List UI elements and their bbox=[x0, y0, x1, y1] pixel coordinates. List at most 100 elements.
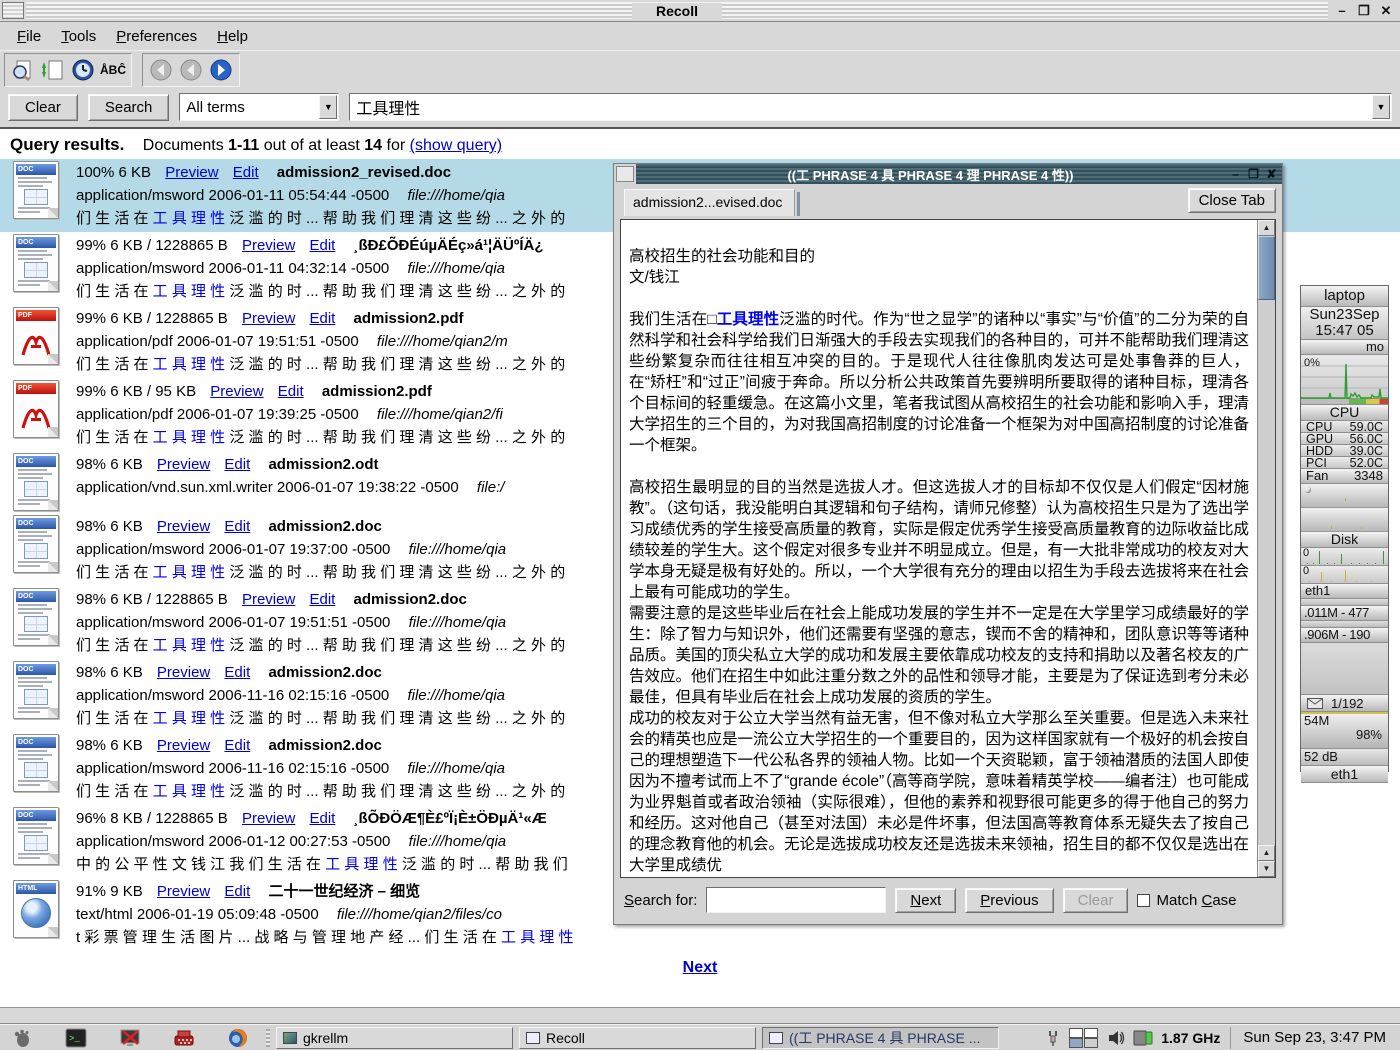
next-page-icon[interactable] bbox=[207, 56, 235, 84]
window-menu-button[interactable] bbox=[2, 2, 24, 19]
find-next-button[interactable]: Next bbox=[895, 888, 956, 913]
match-case-checkbox[interactable] bbox=[1137, 894, 1150, 907]
match-term: 工 具 理 性 bbox=[153, 637, 226, 654]
firefox-icon[interactable] bbox=[226, 1027, 250, 1049]
query-history-chevron-icon[interactable]: ▼ bbox=[1372, 95, 1390, 119]
result-snippet: 们 生 活 在 工 具 理 性 泛 滥 的 时 ... 帮 助 我 们 理 清 … bbox=[76, 207, 565, 230]
preview-link[interactable]: Preview bbox=[242, 310, 295, 327]
preview-link[interactable]: Preview bbox=[242, 237, 295, 254]
first-page-icon[interactable] bbox=[147, 56, 175, 84]
minimize-icon[interactable]: – bbox=[1334, 3, 1350, 19]
chevron-down-icon[interactable]: ▼ bbox=[319, 95, 337, 119]
task-button-gkrellm[interactable]: gkrellm bbox=[276, 1027, 513, 1049]
edit-link[interactable]: Edit bbox=[278, 383, 304, 400]
filetype-icon: DOC bbox=[8, 734, 64, 803]
preview-link[interactable]: Preview bbox=[242, 591, 295, 608]
preview-window: ((工 PHRASE 4 具 PHRASE 4 理 PHRASE 4 性)) –… bbox=[613, 163, 1283, 925]
cpufreq-icon[interactable] bbox=[1133, 1029, 1153, 1047]
result-mime-date: application/msword 2006-01-11 05:54:44 -… bbox=[76, 187, 389, 204]
prev-page-icon[interactable] bbox=[177, 56, 205, 84]
preview-maximize-icon[interactable]: ❒ bbox=[1247, 167, 1260, 181]
task-button-recoll[interactable]: Recoll bbox=[519, 1027, 756, 1049]
preview-window-menu-button[interactable] bbox=[616, 166, 634, 182]
preview-link[interactable]: Preview bbox=[157, 518, 210, 535]
search-mode-combo[interactable]: All terms ▼ bbox=[179, 93, 339, 121]
recoll-task-icon bbox=[526, 1032, 540, 1044]
menu-preferences[interactable]: Preferences bbox=[107, 25, 206, 48]
term-explorer-icon[interactable]: ÅBĈ bbox=[99, 56, 127, 84]
titlebar: Recoll – ❐ ✕ bbox=[0, 0, 1400, 22]
scrollbar-thumb[interactable] bbox=[1258, 236, 1275, 300]
preview-close-icon[interactable]: ✘ bbox=[1265, 167, 1278, 181]
next-page-link[interactable]: Next bbox=[683, 959, 718, 976]
preview-titlebar: ((工 PHRASE 4 具 PHRASE 4 理 PHRASE 4 性)) –… bbox=[614, 164, 1282, 184]
scroll-down-icon[interactable]: ▼ bbox=[1258, 861, 1275, 877]
search-button[interactable]: Search bbox=[88, 94, 170, 121]
power-plug-icon[interactable] bbox=[1045, 1028, 1061, 1048]
show-query-link[interactable]: (show query) bbox=[410, 137, 502, 154]
edit-link[interactable]: Edit bbox=[309, 810, 335, 827]
maximize-icon[interactable]: ❐ bbox=[1356, 3, 1372, 19]
preview-link[interactable]: Preview bbox=[157, 883, 210, 900]
sort-parameters-icon[interactable] bbox=[39, 56, 67, 84]
edit-link[interactable]: Edit bbox=[224, 518, 250, 535]
scroll-up2-icon[interactable]: ▲ bbox=[1258, 845, 1275, 861]
edit-link[interactable]: Edit bbox=[224, 456, 250, 473]
edit-link[interactable]: Edit bbox=[233, 164, 259, 181]
result-mime-date: application/msword 2006-01-12 00:27:53 -… bbox=[76, 833, 390, 850]
close-tab-button[interactable]: Close Tab bbox=[1188, 188, 1276, 213]
preview-link[interactable]: Preview bbox=[210, 383, 263, 400]
find-clear-button[interactable]: Clear bbox=[1063, 888, 1129, 913]
fan-chart-bottom bbox=[1301, 508, 1388, 532]
query-input[interactable] bbox=[350, 98, 1372, 116]
close-icon[interactable]: ✕ bbox=[1378, 3, 1394, 19]
find-previous-button[interactable]: Previous bbox=[965, 888, 1053, 913]
preview-titlebar-stripes[interactable]: ((工 PHRASE 4 具 PHRASE 4 理 PHRASE 4 性)) bbox=[636, 164, 1225, 184]
preview-link[interactable]: Preview bbox=[242, 810, 295, 827]
volume-icon[interactable] bbox=[1107, 1029, 1125, 1047]
system-tray: 1.87 GHz bbox=[1045, 1028, 1224, 1048]
filetype-icon: PDF bbox=[8, 380, 64, 449]
svg-text:>_: >_ bbox=[69, 1034, 80, 1044]
menu-tools[interactable]: Tools bbox=[52, 25, 105, 48]
result-title: admission2.doc bbox=[268, 518, 381, 535]
preview-tab[interactable]: admission2...evised.doc bbox=[624, 189, 795, 216]
preview-link[interactable]: Preview bbox=[165, 164, 218, 181]
gnome-foot-icon[interactable] bbox=[10, 1027, 34, 1049]
preview-link[interactable]: Preview bbox=[157, 456, 210, 473]
titlebar-stripes[interactable]: Recoll bbox=[26, 2, 1328, 19]
preview-search-input[interactable] bbox=[706, 887, 886, 913]
workspace-pager-icon[interactable] bbox=[1069, 1028, 1099, 1048]
advanced-search-icon[interactable] bbox=[9, 56, 37, 84]
gkrellm-time: 15:47 05 bbox=[1301, 323, 1388, 339]
edit-link[interactable]: Edit bbox=[224, 883, 250, 900]
preview-link[interactable]: Preview bbox=[157, 737, 210, 754]
preview-paragraph-5: 成功的校友对于公立大学当然有益无害，但不像对私立大学那么至关重要。但是选入未来社… bbox=[629, 708, 1249, 876]
result-snippet: 们 生 活 在 工 具 理 性 泛 滥 的 时 ... 帮 助 我 们 理 清 … bbox=[76, 707, 565, 730]
menu-help[interactable]: Help bbox=[208, 25, 257, 48]
document-history-icon[interactable] bbox=[69, 56, 97, 84]
results-header-total: 14 bbox=[364, 137, 382, 154]
typewriter-icon[interactable] bbox=[172, 1027, 196, 1049]
preview-link[interactable]: Preview bbox=[157, 664, 210, 681]
lock-screen-icon[interactable] bbox=[118, 1027, 142, 1049]
temp-value: 59.0C bbox=[1350, 421, 1383, 432]
disk-read-chart: 0 bbox=[1301, 548, 1388, 566]
preview-scrollbar[interactable]: ▲ ▲ ▼ bbox=[1257, 220, 1275, 877]
result-title: ¸ßÕÐÖÆ¶È£ºÏ¡È±ÖÐµÄ¹«Æ bbox=[354, 810, 547, 827]
edit-link[interactable]: Edit bbox=[309, 237, 335, 254]
preview-minimize-icon[interactable]: – bbox=[1229, 167, 1242, 181]
next-page-wrap: Next bbox=[0, 951, 1400, 977]
clear-button[interactable]: Clear bbox=[8, 94, 78, 121]
edit-link[interactable]: Edit bbox=[309, 310, 335, 327]
edit-link[interactable]: Edit bbox=[224, 737, 250, 754]
result-title: admission2.pdf bbox=[322, 383, 432, 400]
preview-heading: 高校招生的社会功能和目的 文/钱江 bbox=[629, 246, 1249, 288]
menu-file[interactable]: File bbox=[8, 25, 50, 48]
terminal-icon[interactable]: >_ bbox=[64, 1027, 88, 1049]
edit-link[interactable]: Edit bbox=[224, 664, 250, 681]
task-button-preview[interactable]: ((工 PHRASE 4 具 PHRASE ... bbox=[762, 1027, 999, 1049]
edit-link[interactable]: Edit bbox=[309, 591, 335, 608]
taskbar-separator[interactable] bbox=[266, 1029, 270, 1047]
scroll-up-icon[interactable]: ▲ bbox=[1258, 220, 1275, 236]
